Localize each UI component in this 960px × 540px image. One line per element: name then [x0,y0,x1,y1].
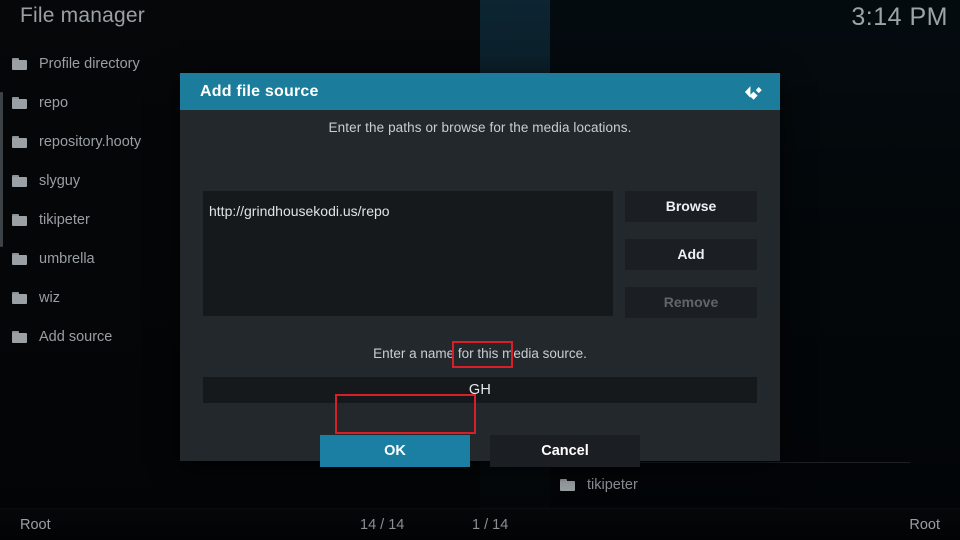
paths-section: http://grindhousekodi.us/repo Browse Add… [203,191,757,318]
folder-icon [12,252,27,265]
status-left-path: Root [20,517,51,533]
status-right-count: 1 / 14 [472,517,509,533]
browse-button[interactable]: Browse [625,191,757,222]
paths-list[interactable]: http://grindhousekodi.us/repo [203,191,613,316]
kodi-logo-icon [742,81,764,103]
list-item-label: Add source [39,328,113,345]
status-bar: Root 14 / 14 1 / 14 Root [0,508,960,540]
add-button[interactable]: Add [625,239,757,270]
cancel-button[interactable]: Cancel [490,435,640,467]
status-left-count: 14 / 14 [360,517,405,533]
paths-hint: Enter the paths or browse for the media … [328,120,632,135]
list-item-label: repo [39,94,69,111]
right-file-list: tikipeter [550,466,960,504]
status-right-path: Root [909,517,940,533]
dialog-body: Enter the paths or browse for the media … [180,110,780,467]
clock: 3:14 PM [851,3,948,31]
source-name-input[interactable]: GH [203,377,757,403]
list-item-label: umbrella [39,250,95,267]
path-list-item[interactable]: http://grindhousekodi.us/repo [203,191,613,219]
source-name-value: GH [468,382,492,398]
list-item-label: tikipeter [39,211,90,228]
list-item-label: repository.hooty [39,133,142,150]
kodi-screen: File manager 3:14 PM Profile directory r… [0,0,960,540]
dialog-header: Add file source [180,73,780,110]
name-hint: Enter a name for this media source. [373,346,587,361]
ok-button[interactable]: OK [320,435,470,467]
list-item-label: tikipeter [587,477,638,493]
list-item[interactable]: tikipeter [550,466,960,504]
folder-icon [12,57,27,70]
folder-icon [12,330,27,343]
folder-icon [12,213,27,226]
dialog-actions: OK Cancel [180,435,780,467]
paths-side-buttons: Browse Add Remove [625,191,757,335]
folder-icon [12,174,27,187]
list-item-label: wiz [39,289,60,306]
list-item-label: slyguy [39,172,81,189]
folder-icon [12,291,27,304]
folder-icon [12,96,27,109]
remove-button: Remove [625,287,757,318]
folder-icon [12,135,27,148]
add-file-source-dialog: Add file source Enter the paths or brows… [180,73,780,467]
dialog-title: Add file source [200,82,319,100]
page-title: File manager [20,4,145,27]
folder-icon [560,479,575,491]
list-item-label: Profile directory [39,55,140,72]
